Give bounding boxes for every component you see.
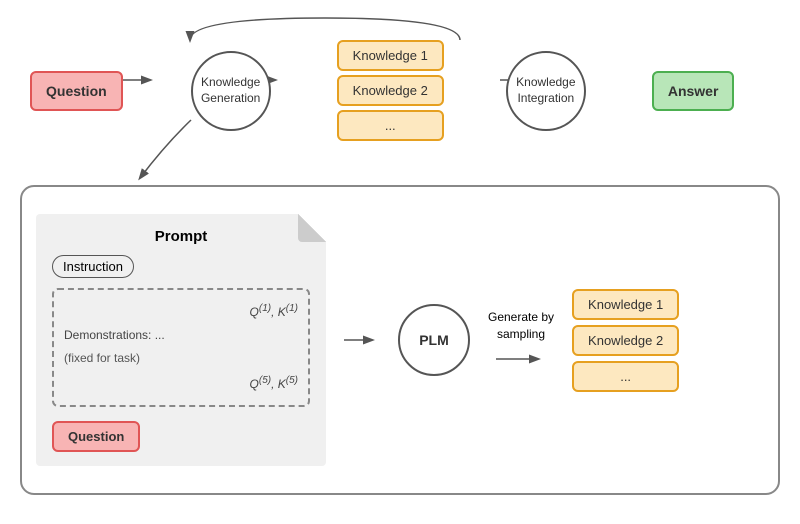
arrow-plm-knowledge: Generate bysampling: [488, 309, 554, 371]
demo-q1-label: Q(1), K(1): [250, 305, 298, 319]
knowledge-int-label: KnowledgeIntegration: [516, 75, 575, 106]
answer-box: Answer: [652, 71, 735, 111]
knowledge-gen-label: KnowledgeGeneration: [201, 75, 260, 106]
knowledge-item-label-3: ...: [385, 118, 396, 133]
arrow-prompt-plm: [344, 328, 380, 352]
knowledge-item-right-label-2: Knowledge 2: [588, 333, 663, 348]
prompt-card: Prompt Instruction Q(1), K(1) Demonstrat…: [36, 214, 326, 466]
demonstrations-box: Q(1), K(1) Demonstrations: ... (fixed fo…: [52, 288, 310, 407]
instruction-label: Instruction: [63, 259, 123, 274]
knowledge-item-label-2: Knowledge 2: [353, 83, 428, 98]
knowledge-item-right-2: Knowledge 2: [572, 325, 679, 356]
knowledge-stack-top: Knowledge 1 Knowledge 2 ...: [337, 40, 444, 141]
right-knowledge-stack: Knowledge 1 Knowledge 2 ...: [572, 289, 679, 392]
plm-label: PLM: [419, 331, 449, 349]
question-badge-bottom: Question: [52, 421, 140, 452]
demo-dots: ...: [155, 328, 165, 342]
demo-q5-label: Q(5), K(5): [250, 377, 298, 391]
demonstrations-label: Demonstrations:: [64, 328, 151, 342]
knowledge-item-top-3: ...: [337, 110, 444, 141]
question-box-top: Question: [30, 71, 123, 111]
knowledge-int-circle: KnowledgeIntegration: [506, 51, 586, 131]
top-row: Question KnowledgeGeneration Knowledge 1…: [30, 40, 770, 141]
knowledge-item-right-label-3: ...: [620, 369, 631, 384]
knowledge-item-label-1: Knowledge 1: [353, 48, 428, 63]
diagram-container: Question KnowledgeGeneration Knowledge 1…: [10, 10, 790, 504]
generate-label: Generate bysampling: [488, 309, 554, 343]
instruction-badge: Instruction: [52, 255, 134, 278]
knowledge-item-top-2: Knowledge 2: [337, 75, 444, 106]
demonstrations-sub: (fixed for task): [64, 351, 140, 365]
answer-label: Answer: [668, 83, 719, 99]
knowledge-item-right-1: Knowledge 1: [572, 289, 679, 320]
knowledge-item-top-1: Knowledge 1: [337, 40, 444, 71]
bottom-section: Prompt Instruction Q(1), K(1) Demonstrat…: [20, 185, 780, 495]
question-label-bottom: Question: [68, 429, 124, 444]
demo-main-line: Demonstrations: ...: [64, 325, 298, 347]
question-label-top: Question: [46, 83, 107, 99]
knowledge-item-right-label-1: Knowledge 1: [588, 297, 663, 312]
plm-circle: PLM: [398, 304, 470, 376]
knowledge-item-right-3: ...: [572, 361, 679, 392]
knowledge-gen-circle: KnowledgeGeneration: [191, 51, 271, 131]
prompt-title: Prompt: [52, 228, 310, 245]
